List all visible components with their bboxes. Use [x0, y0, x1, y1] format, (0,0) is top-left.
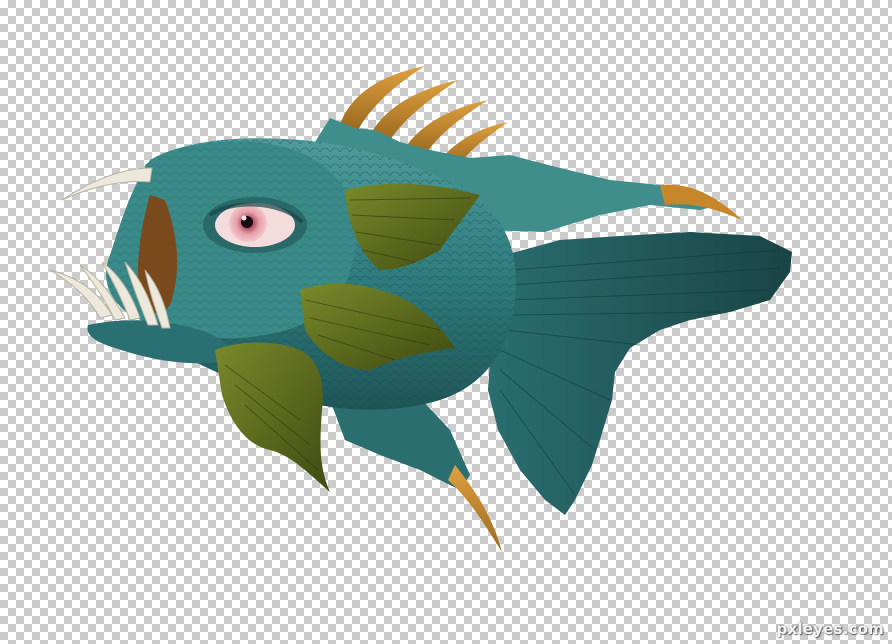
transparency-canvas: pxleyes.com: [0, 0, 892, 644]
fish-monster-artwork: [49, 66, 792, 552]
dorsal-fin-tip: [660, 184, 742, 220]
anal-fin-spine: [448, 465, 502, 552]
fish-eye: [203, 197, 307, 253]
pelvic-fin: [215, 342, 330, 492]
anal-fin: [330, 395, 470, 490]
tail-fin: [488, 232, 792, 515]
watermark: pxleyes.com: [776, 620, 884, 638]
